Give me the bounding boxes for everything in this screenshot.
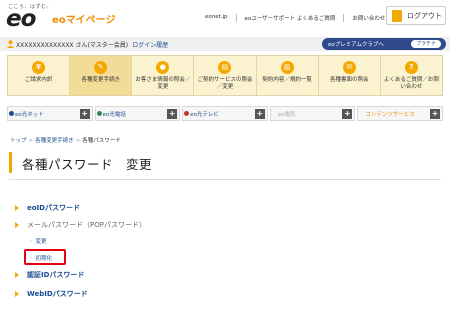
- service-tabs: eo光ネット + eo光電話 + eo光テレビ + eo電気 + コンテンツサー…: [7, 106, 443, 121]
- eo-net-icon: [9, 111, 14, 116]
- eo-tv-icon: [184, 111, 190, 116]
- person-icon: ●: [156, 61, 170, 74]
- nav-customer-info[interactable]: ● お客さま情報の照会／変更: [131, 56, 194, 95]
- service-label: eo電気: [277, 112, 296, 118]
- arrow-right-icon: [15, 205, 19, 211]
- service-label: eo光ネット: [15, 112, 44, 118]
- service-label: eo光テレビ: [190, 112, 219, 118]
- user-name: XXXXXXXXXXXXXX さん(マスター会員): [16, 42, 129, 49]
- expand-plus-icon[interactable]: +: [254, 109, 265, 119]
- arrow-right-icon: [15, 222, 19, 228]
- nav-change-procedures[interactable]: ✎ 各種変更手続き: [69, 56, 132, 95]
- pencil-icon: ✎: [94, 61, 108, 74]
- nav-label: お客さま情報の照会／変更: [135, 77, 191, 90]
- mail-change-link[interactable]: 変更: [36, 239, 47, 245]
- title-accent-bar: [9, 152, 12, 173]
- logout-button[interactable]: ログアウト: [386, 6, 446, 25]
- user-bar: XXXXXXXXXXXXXX さん(マスター会員) ログイン履歴 eoプレミアム…: [0, 37, 450, 51]
- mypage-title[interactable]: eoマイページ: [52, 11, 115, 26]
- service-eo-phone[interactable]: eo光電話 +: [94, 106, 181, 121]
- expand-plus-icon[interactable]: +: [342, 109, 353, 119]
- nav-faq-contact[interactable]: ? よくあるご質問／お問い合わせ: [379, 56, 442, 95]
- envelope-icon: ✉: [342, 61, 356, 74]
- expand-plus-icon[interactable]: +: [429, 109, 440, 119]
- nav-label: 各種書面の照会: [330, 77, 369, 83]
- service-eo-denki[interactable]: eo電気 +: [269, 106, 356, 121]
- question-icon: ?: [404, 61, 418, 74]
- nav-label: よくあるご質問／お問い合わせ: [383, 77, 439, 90]
- nav-label: 契約内容／規約一覧: [262, 77, 312, 83]
- auth-id-password-link[interactable]: 認証IDパスワード: [27, 270, 84, 280]
- breadcrumb-change-procedures[interactable]: 各種変更手続き: [35, 138, 74, 144]
- eo-logo[interactable]: eo: [6, 6, 36, 32]
- list-item-auth: 認証IDパスワード: [15, 270, 84, 280]
- header: こころ、はずむ。 eo eoマイページ eonet.jp eoユーザーサポート …: [0, 0, 450, 34]
- webid-password-link[interactable]: WebIDパスワード: [27, 289, 88, 299]
- user-info: XXXXXXXXXXXXXX さん(マスター会員) ログイン履歴: [16, 40, 168, 49]
- yen-icon: ¥: [32, 61, 46, 74]
- list-item-webid: WebIDパスワード: [15, 289, 88, 299]
- arrow-right-icon: [15, 291, 19, 297]
- list-item-mail: メールパスワード（POPパスワード）: [15, 220, 146, 230]
- eonet-link[interactable]: eonet.jp: [197, 14, 236, 22]
- breadcrumb-top[interactable]: トップ: [10, 138, 27, 144]
- title-divider: [9, 179, 441, 180]
- support-link[interactable]: eoユーザーサポート よくあるご質問: [235, 14, 344, 22]
- login-history-link[interactable]: ログイン履歴: [132, 42, 168, 49]
- nav-contract-terms[interactable]: ▥ 契約内容／規約一覧: [255, 56, 318, 95]
- premium-club-label: eoプレミアムクラブへ: [328, 42, 384, 48]
- header-links: eonet.jp eoユーザーサポート よくあるご質問 お問い合わせ: [197, 14, 393, 22]
- service-label: コンテンツサービス: [365, 112, 415, 118]
- mail-password-label: メールパスワード（POPパスワード）: [27, 221, 146, 229]
- eoid-password-link[interactable]: eoIDパスワード: [27, 203, 80, 213]
- highlight-box: [24, 249, 66, 265]
- book-icon: ▥: [280, 61, 294, 74]
- main-nav: ¥ ご請求内訳 ✎ 各種変更手続き ● お客さま情報の照会／変更 ▤ ご契約サー…: [7, 55, 443, 96]
- nav-label: ご契約サービスの照会／変更: [197, 77, 253, 90]
- premium-club-button[interactable]: eoプレミアムクラブへ プラチナ: [322, 38, 446, 50]
- service-eo-net[interactable]: eo光ネット +: [7, 106, 93, 121]
- document-icon: ▤: [218, 61, 232, 74]
- list-item-eoid: eoIDパスワード: [15, 203, 80, 213]
- eo-phone-icon: [96, 111, 102, 116]
- nav-label: 各種変更手続き: [81, 77, 120, 83]
- platinum-badge: プラチナ: [410, 40, 441, 48]
- page-title: 各種パスワード 変更: [22, 157, 153, 172]
- service-contents[interactable]: コンテンツサービス +: [357, 106, 443, 121]
- breadcrumb: トップ > 各種変更手続き > 各種パスワード: [10, 136, 121, 144]
- user-icon: [7, 40, 14, 48]
- service-label: eo光電話: [102, 112, 126, 118]
- breadcrumb-separator-icon: >: [28, 138, 34, 144]
- breadcrumb-separator-icon: >: [75, 138, 81, 144]
- bullet-icon: ・: [28, 239, 34, 245]
- logout-label: ログアウト: [407, 11, 442, 20]
- expand-plus-icon[interactable]: +: [79, 109, 90, 119]
- logout-icon: [392, 9, 402, 22]
- expand-plus-icon[interactable]: +: [167, 109, 178, 119]
- breadcrumb-current: 各種パスワード: [82, 138, 121, 144]
- service-eo-tv[interactable]: eo光テレビ +: [182, 106, 268, 121]
- mail-change-item: ・変更: [28, 237, 47, 245]
- nav-service-info[interactable]: ▤ ご契約サービスの照会／変更: [193, 56, 256, 95]
- nav-billing[interactable]: ¥ ご請求内訳: [8, 56, 70, 95]
- arrow-right-icon: [15, 272, 19, 278]
- nav-label: ご請求内訳: [24, 77, 53, 83]
- nav-documents[interactable]: ✉ 各種書面の照会: [317, 56, 380, 95]
